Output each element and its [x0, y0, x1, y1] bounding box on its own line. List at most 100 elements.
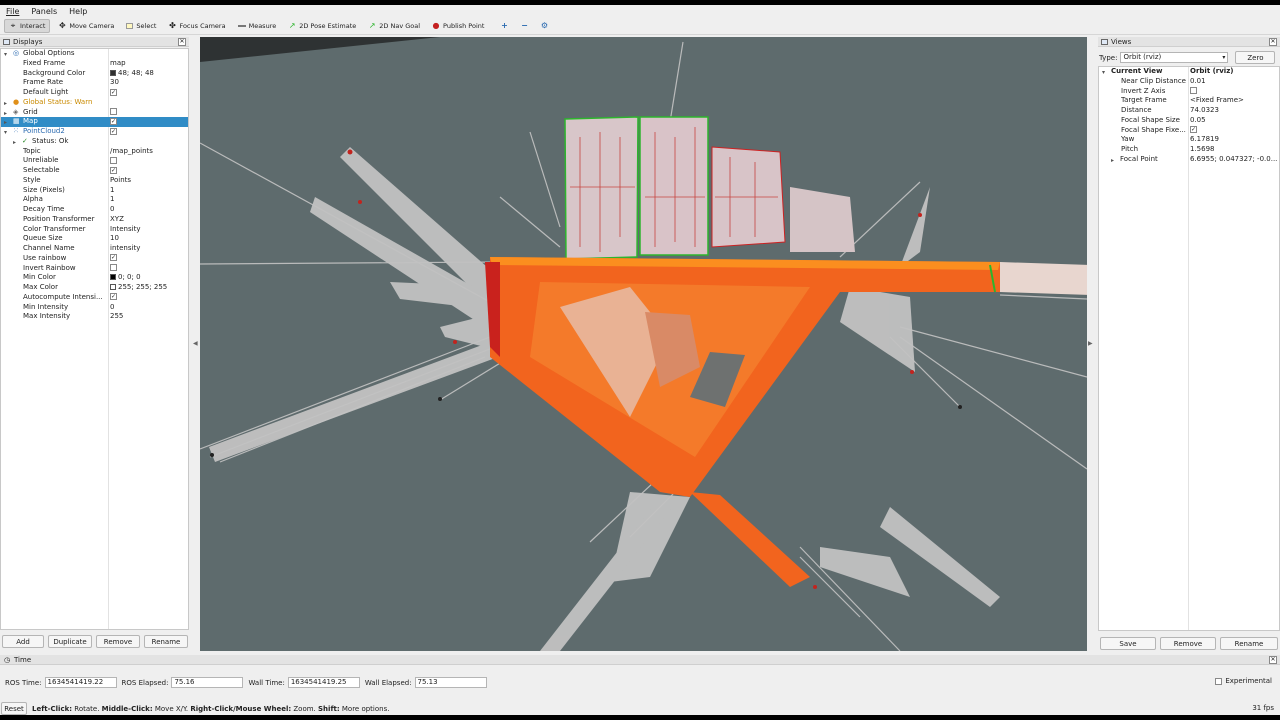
displays-property-value[interactable]: intensity: [110, 244, 140, 254]
render-viewport[interactable]: [200, 37, 1087, 651]
displays-property-value[interactable]: ✓: [110, 127, 117, 137]
expand-open-icon[interactable]: ▾: [4, 129, 7, 136]
checkbox[interactable]: ✓: [1190, 126, 1197, 133]
add-tool-button[interactable]: +: [496, 19, 512, 33]
close-icon[interactable]: ✕: [1269, 656, 1277, 664]
menu-panels[interactable]: Panels: [29, 7, 59, 16]
displays-row[interactable]: ▾ ⁙ PointCloud2 ✓: [1, 127, 188, 137]
tool-measure[interactable]: Measure: [234, 19, 281, 33]
displays-property-value[interactable]: [110, 156, 117, 166]
views-property-value[interactable]: 6.17819: [1190, 135, 1219, 145]
expand-closed-icon[interactable]: ▸: [4, 100, 7, 107]
displays-property-value[interactable]: 0; 0; 0: [110, 273, 141, 283]
displays-property-value[interactable]: ✓: [110, 88, 117, 98]
displays-property-value[interactable]: ✓: [110, 166, 117, 176]
ros-elapsed-field[interactable]: 75.16: [171, 677, 244, 688]
displays-row[interactable]: Topic/map_points: [1, 147, 188, 157]
displays-row[interactable]: Style Points: [1, 176, 188, 186]
menu-file[interactable]: File: [4, 7, 21, 16]
displays-row[interactable]: Autocompute Intensi... ✓: [1, 293, 188, 303]
checkbox[interactable]: ✓: [110, 88, 117, 96]
displays-property-value[interactable]: ✓: [110, 293, 117, 303]
views-property-value[interactable]: Orbit (rviz): [1190, 67, 1233, 77]
remove-button[interactable]: Remove: [96, 635, 140, 648]
view-type-select[interactable]: Orbit (rviz) ▾: [1120, 52, 1229, 63]
close-icon[interactable]: ✕: [1269, 38, 1277, 46]
tool-move-camera[interactable]: ✥ Move Camera: [54, 19, 118, 33]
displays-row[interactable]: Max Color 255; 255; 255: [1, 283, 188, 293]
views-row[interactable]: Pitch 1.5698: [1099, 145, 1279, 155]
color-swatch[interactable]: [110, 284, 116, 290]
displays-row[interactable]: Position Transformer XYZ: [1, 215, 188, 225]
displays-row[interactable]: ▸ ✓ Status: Ok: [1, 137, 188, 147]
views-property-value[interactable]: <Fixed Frame>: [1190, 96, 1244, 106]
tool-interact[interactable]: ⌖ Interact: [4, 19, 51, 33]
color-swatch[interactable]: [110, 274, 116, 281]
experimental-toggle[interactable]: Experimental: [1215, 677, 1272, 685]
tool-publish-point[interactable]: ● Publish Point: [428, 19, 488, 33]
views-property-value[interactable]: [1190, 87, 1197, 97]
wall-elapsed-field[interactable]: 75.13: [414, 677, 487, 688]
displays-row[interactable]: Alpha 1: [1, 195, 188, 205]
views-row[interactable]: Invert Z Axis: [1099, 87, 1279, 97]
displays-property-value[interactable]: map: [110, 59, 126, 69]
checkbox[interactable]: ✓: [110, 293, 117, 301]
views-property-value[interactable]: 74.0323: [1190, 106, 1219, 116]
views-property-value[interactable]: 1.5698: [1190, 145, 1215, 155]
expand-closed-icon[interactable]: ▸: [13, 139, 16, 146]
right-splitter-handle[interactable]: ▶: [1088, 340, 1093, 347]
zero-button[interactable]: Zero: [1235, 51, 1276, 64]
displays-row[interactable]: Use rainbow ✓: [1, 254, 188, 264]
displays-property-value[interactable]: 10: [110, 234, 119, 244]
displays-property-value[interactable]: /map_points: [110, 147, 153, 157]
expand-open-icon[interactable]: ▾: [1102, 69, 1105, 76]
displays-property-value[interactable]: Intensity: [110, 225, 140, 235]
tool-2d-pose-estimate[interactable]: ↗ 2D Pose Estimate: [284, 19, 360, 33]
displays-property-value[interactable]: 1: [110, 195, 114, 205]
views-property-value[interactable]: 0.05: [1190, 116, 1206, 126]
checkbox[interactable]: ✓: [110, 127, 117, 135]
displays-row[interactable]: Channel Name intensity: [1, 244, 188, 254]
displays-row[interactable]: Min Color 0; 0; 0: [1, 273, 188, 283]
displays-row[interactable]: Size (Pixels) 1: [1, 186, 188, 196]
save-button[interactable]: Save: [1100, 637, 1156, 650]
checkbox[interactable]: [110, 156, 117, 164]
displays-property-value[interactable]: XYZ: [110, 215, 124, 225]
checkbox[interactable]: [1190, 87, 1197, 94]
views-row[interactable]: ▸ Focal Point 6.6955; 0.047327; -0.0...: [1099, 155, 1279, 165]
tool-properties-button[interactable]: ⚙: [536, 19, 552, 33]
rename-button[interactable]: Rename: [144, 635, 188, 648]
ros-time-field[interactable]: 1634541419.22: [44, 677, 117, 688]
add-button[interactable]: Add: [2, 635, 44, 648]
wall-time-field[interactable]: 1634541419.25: [287, 677, 360, 688]
displays-row[interactable]: Unreliable: [1, 156, 188, 166]
displays-row[interactable]: Invert Rainbow: [1, 264, 188, 274]
close-icon[interactable]: ✕: [178, 38, 186, 46]
reset-button[interactable]: Reset: [1, 702, 27, 715]
displays-row[interactable]: Decay Time 0: [1, 205, 188, 215]
views-row[interactable]: Focal Shape Size 0.05: [1099, 116, 1279, 126]
displays-property-value[interactable]: 0: [110, 303, 114, 313]
views-row[interactable]: Target Frame <Fixed Frame>: [1099, 96, 1279, 106]
views-row[interactable]: Focal Shape Fixe... ✓: [1099, 126, 1279, 136]
tool-2d-nav-goal[interactable]: ↗ 2D Nav Goal: [364, 19, 424, 33]
displays-row[interactable]: Min Intensity 0: [1, 303, 188, 313]
expand-open-icon[interactable]: ▾: [4, 51, 7, 58]
displays-row[interactable]: Selectable ✓: [1, 166, 188, 176]
tool-select[interactable]: Select: [122, 19, 160, 33]
views-property-value[interactable]: 6.6955; 0.047327; -0.0...: [1190, 155, 1277, 165]
displays-property-value[interactable]: [110, 264, 117, 274]
left-splitter-handle[interactable]: ◀: [193, 340, 198, 347]
checkbox[interactable]: ✓: [110, 166, 117, 174]
displays-row[interactable]: Color Transformer Intensity: [1, 225, 188, 235]
displays-property-value[interactable]: 30: [110, 78, 119, 88]
checkbox[interactable]: ✓: [110, 117, 117, 125]
displays-property-value[interactable]: ✓: [110, 117, 117, 127]
displays-row[interactable]: ▸ ◈ Grid: [1, 108, 188, 118]
expand-closed-icon[interactable]: ▸: [4, 110, 7, 117]
displays-property-value[interactable]: 1: [110, 186, 114, 196]
duplicate-button[interactable]: Duplicate: [48, 635, 92, 648]
rename-view-button[interactable]: Rename: [1220, 637, 1278, 650]
displays-tree[interactable]: ▾ ◎ Global Options Fixed Frame map Background…: [0, 48, 189, 630]
views-row[interactable]: Yaw 6.17819: [1099, 135, 1279, 145]
